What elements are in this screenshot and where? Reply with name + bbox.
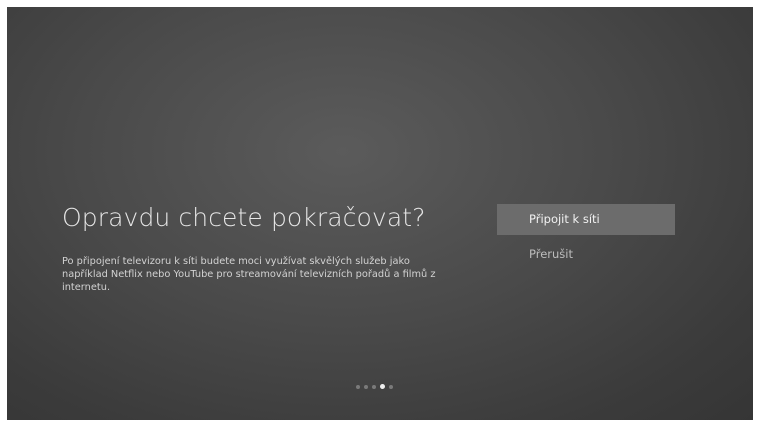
page-dot: [389, 384, 393, 389]
page-indicator: [356, 384, 393, 389]
connect-to-network-option[interactable]: Připojit k síti: [497, 204, 675, 235]
options-list: Připojit k síti Přerušit: [497, 204, 675, 274]
cancel-option[interactable]: Přerušit: [497, 239, 675, 270]
page-dot: [372, 384, 376, 389]
page-dot: [364, 384, 368, 389]
setup-screen: Opravdu chcete pokračovat? Po připojení …: [7, 7, 753, 420]
dialog-title: Opravdu chcete pokračovat?: [62, 203, 426, 232]
page-dot: [356, 384, 360, 389]
dialog-description: Po připojení televizoru k síti budete mo…: [62, 256, 436, 293]
page-dot-active: [380, 384, 385, 389]
